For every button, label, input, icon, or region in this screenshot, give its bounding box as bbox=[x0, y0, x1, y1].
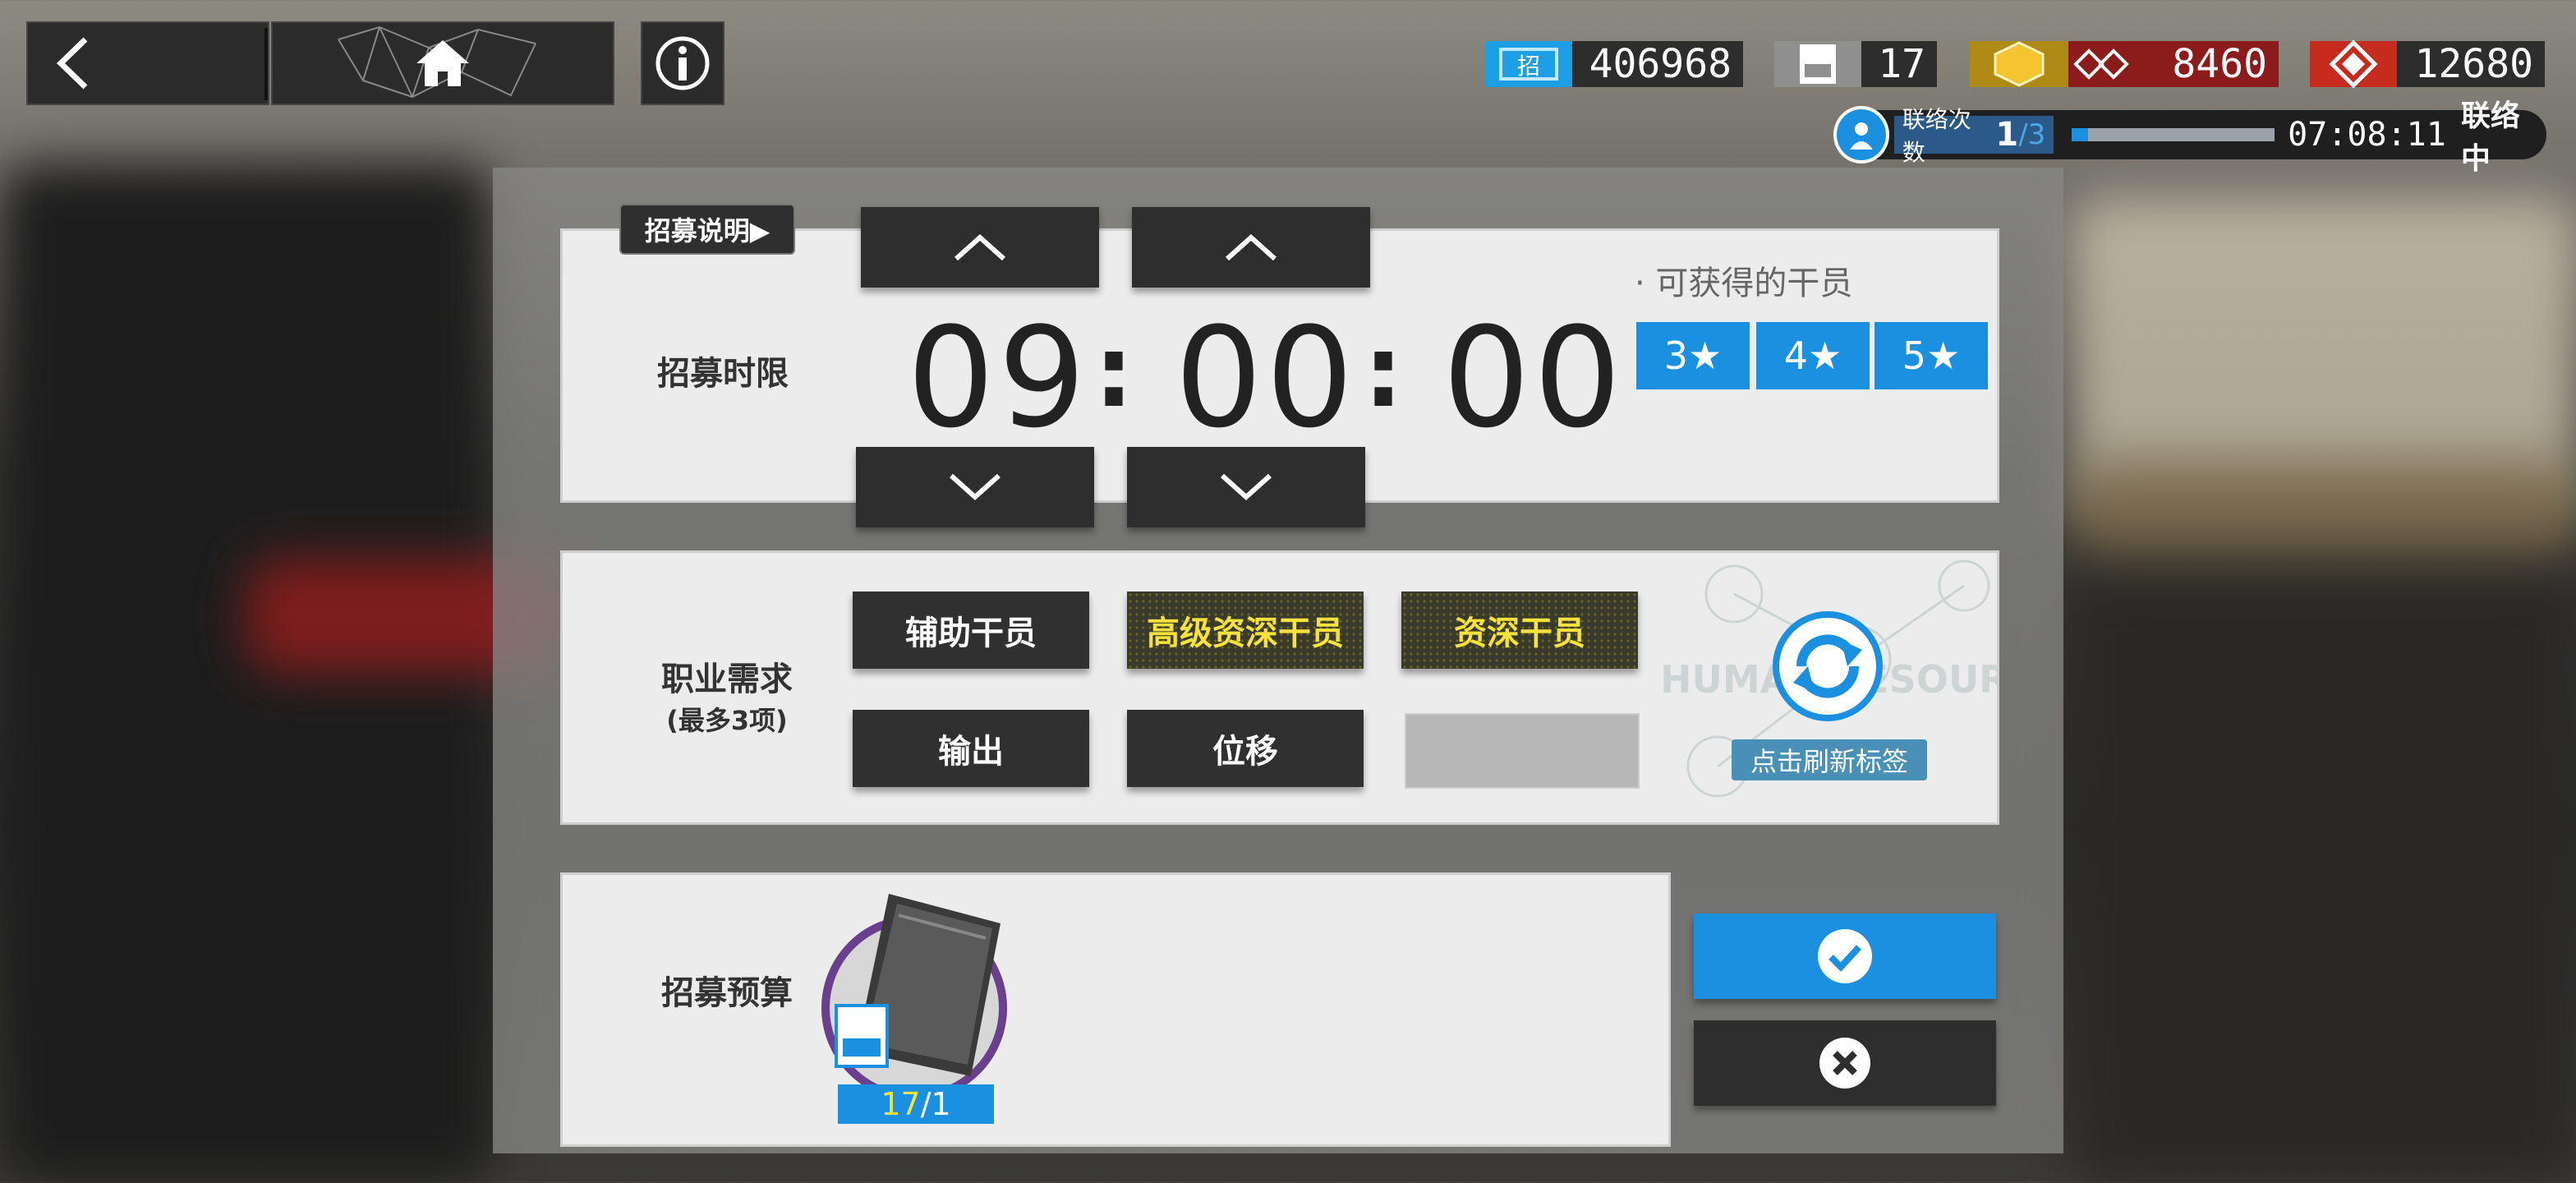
job-requirement-title: 职业需求 bbox=[661, 661, 793, 698]
diamond-icon bbox=[1970, 41, 2068, 87]
confirm-button[interactable] bbox=[1694, 914, 1996, 999]
tag-dps[interactable]: 输出 bbox=[853, 710, 1089, 787]
resource-value: 12680 bbox=[2414, 41, 2534, 87]
swap-icon bbox=[2068, 41, 2134, 87]
tag-empty-slot bbox=[1405, 713, 1640, 789]
hour-down-button[interactable] bbox=[856, 447, 1094, 527]
divider bbox=[264, 28, 268, 100]
check-icon bbox=[1818, 929, 1872, 983]
permit-owned: 17 bbox=[881, 1086, 921, 1122]
resource-orundum[interactable]: 12680 bbox=[2310, 39, 2545, 89]
job-requirement-subtitle: (最多3项) bbox=[666, 705, 788, 736]
chevron-down-icon bbox=[949, 473, 1001, 501]
contact-total: /3 bbox=[2018, 118, 2046, 151]
chevron-up-icon bbox=[954, 233, 1006, 261]
permit-item[interactable]: 17 /1 bbox=[821, 891, 1019, 1129]
tag-support[interactable]: 辅助干员 bbox=[853, 592, 1089, 669]
recruit-panel: 招募说明▶ 招募时限 09 : 00 : 00 · 可获得的干员 3★ 4★ 5… bbox=[493, 168, 2063, 1153]
contact-timer: 07:08:11 bbox=[2288, 116, 2446, 154]
tag-top-operator[interactable]: 高级资深干员 bbox=[1127, 592, 1364, 669]
seconds-value: 00 bbox=[1442, 297, 1625, 458]
contact-progress-fill bbox=[2072, 128, 2089, 141]
refresh-tags-button[interactable]: 点击刷新标签 bbox=[1732, 611, 1927, 784]
contact-status: 联络中 bbox=[2460, 99, 2520, 176]
minutes-value: 00 bbox=[1175, 297, 1357, 458]
resource-hire-permit[interactable]: 17 bbox=[1774, 41, 1937, 87]
ticket-icon: 招 bbox=[1485, 41, 1572, 87]
star-chip-5: 5★ bbox=[1874, 322, 1988, 389]
cancel-button[interactable] bbox=[1694, 1020, 1996, 1106]
home-button[interactable] bbox=[271, 21, 614, 105]
budget-title: 招募预算 bbox=[661, 974, 793, 1012]
recruit-help-button[interactable]: 招募说明▶ bbox=[619, 204, 795, 255]
svg-text:招: 招 bbox=[1517, 53, 1540, 80]
refresh-tags-label: 点击刷新标签 bbox=[1732, 739, 1927, 780]
gem-icon bbox=[2310, 39, 2397, 89]
info-button[interactable] bbox=[641, 21, 724, 105]
obtainable-title: · 可获得的干员 bbox=[1635, 265, 1853, 302]
permit-icon bbox=[1774, 41, 1861, 87]
contact-label: 联络次数 bbox=[1902, 106, 1971, 166]
resource-value: 8460 bbox=[2172, 41, 2267, 87]
home-icon bbox=[416, 40, 469, 86]
contact-progress-bar bbox=[2072, 128, 2275, 141]
chevron-left-icon bbox=[56, 37, 88, 90]
recruit-help-label: 招募说明▶ bbox=[644, 215, 770, 246]
minute-up-button[interactable] bbox=[1132, 207, 1370, 288]
contact-bar[interactable]: 联络次数 1 /3 07:08:11 联络中 bbox=[1833, 99, 2546, 176]
star-chip-3: 3★ bbox=[1636, 322, 1750, 389]
info-icon bbox=[656, 36, 710, 90]
star-chip-4: 4★ bbox=[1756, 322, 1870, 389]
close-icon bbox=[1819, 1038, 1870, 1089]
time-limit-title: 招募时限 bbox=[657, 355, 789, 393]
resource-value: 17 bbox=[1878, 41, 1925, 87]
refresh-icon bbox=[1773, 611, 1883, 721]
minute-down-button[interactable] bbox=[1127, 447, 1365, 527]
chevron-down-icon bbox=[1220, 473, 1272, 501]
tag-shift[interactable]: 位移 bbox=[1127, 710, 1364, 787]
hour-up-button[interactable] bbox=[861, 207, 1099, 288]
resource-originite[interactable]: 8460 bbox=[1970, 41, 2279, 87]
permit-cost: /1 bbox=[920, 1086, 951, 1122]
contact-avatar-icon bbox=[1833, 106, 1889, 163]
resource-recruit-permit[interactable]: 招 406968 bbox=[1485, 41, 1743, 87]
permit-icon bbox=[835, 1004, 889, 1068]
resource-value: 406968 bbox=[1589, 41, 1732, 87]
colon-separator: : bbox=[1094, 315, 1134, 430]
contact-count: 1 bbox=[1995, 116, 2019, 154]
back-button[interactable] bbox=[26, 21, 269, 105]
permit-counter: 17 /1 bbox=[838, 1084, 994, 1124]
hours-value: 09 bbox=[907, 297, 1089, 458]
tag-senior-operator[interactable]: 资深干员 bbox=[1401, 592, 1638, 669]
contact-label-box: 联络次数 1 /3 bbox=[1893, 106, 2054, 166]
chevron-up-icon bbox=[1225, 233, 1277, 261]
colon-separator: : bbox=[1364, 315, 1403, 430]
